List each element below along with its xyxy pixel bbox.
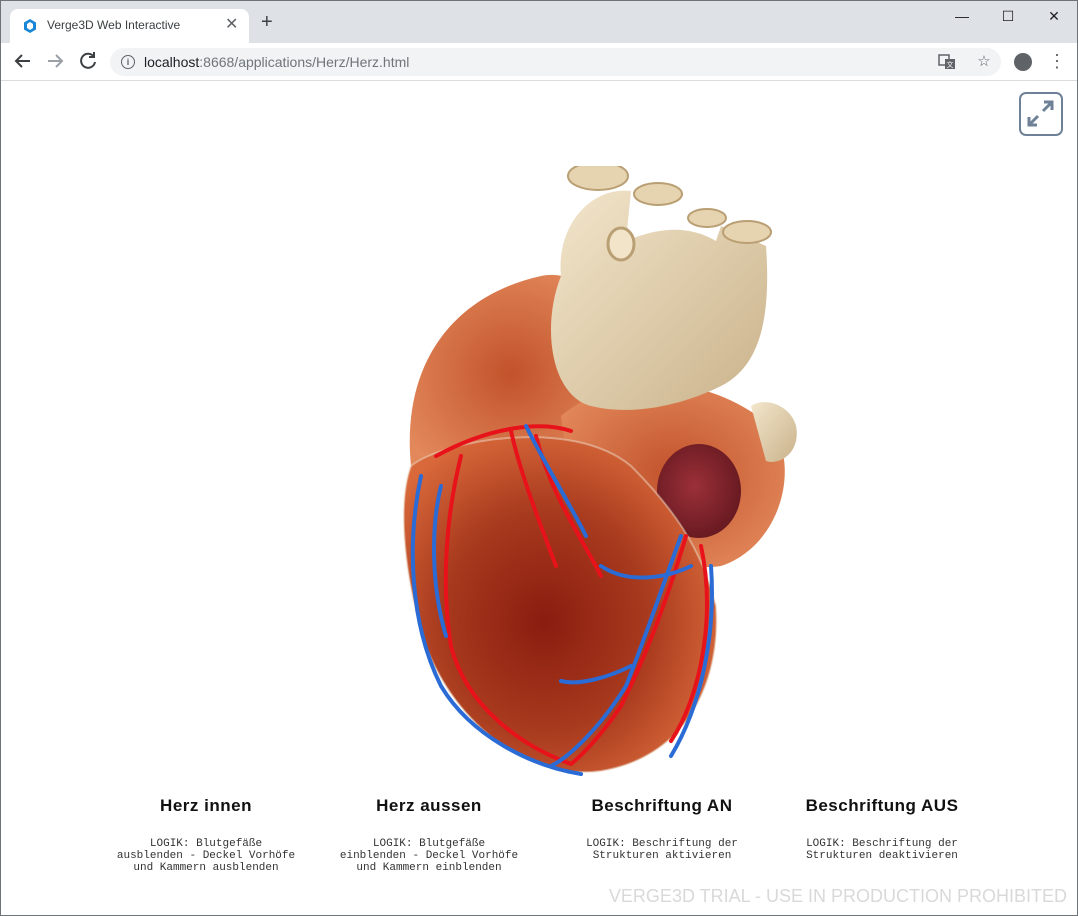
url-path: :8668/applications/Herz/Herz.html xyxy=(199,54,410,70)
reload-icon[interactable] xyxy=(75,48,101,74)
control-herz-aussen[interactable]: Herz aussen LOGIK: Blutgefäße einblenden… xyxy=(309,796,549,874)
url-host: localhost xyxy=(144,54,200,70)
maximize-button[interactable]: ☐ xyxy=(985,1,1031,31)
herz-innen-button[interactable]: Herz innen xyxy=(86,796,326,816)
svg-text:文: 文 xyxy=(947,60,954,69)
webgl-viewport[interactable]: Herz innen LOGIK: Blutgefäße ausblenden … xyxy=(1,81,1077,915)
beschriftung-aus-button[interactable]: Beschriftung AUS xyxy=(762,796,1002,816)
minimize-button[interactable]: — xyxy=(939,1,985,31)
browser-window: Verge3D Web Interactive ✕ + — ☐ ✕ i loca… xyxy=(0,0,1078,916)
herz-aussen-button[interactable]: Herz aussen xyxy=(309,796,549,816)
control-beschriftung-aus[interactable]: Beschriftung AUS LOGIK: Beschriftung der… xyxy=(762,796,1002,862)
herz-aussen-description: LOGIK: Blutgefäße einblenden - Deckel Vo… xyxy=(339,838,519,874)
bookmark-star-icon[interactable]: ☆ xyxy=(975,53,993,71)
trial-watermark: VERGE3D TRIAL - USE IN PRODUCTION PROHIB… xyxy=(608,886,1067,906)
control-beschriftung-an[interactable]: Beschriftung AN LOGIK: Beschriftung der … xyxy=(542,796,782,862)
title-bar: Verge3D Web Interactive ✕ + — ☐ ✕ xyxy=(1,1,1077,43)
menu-icon[interactable]: ⋮ xyxy=(1048,51,1066,71)
beschriftung-aus-description: LOGIK: Beschriftung der Strukturen deakt… xyxy=(806,838,958,862)
back-icon[interactable] xyxy=(10,48,36,74)
control-herz-innen[interactable]: Herz innen LOGIK: Blutgefäße ausblenden … xyxy=(86,796,326,874)
browser-toolbar: i localhost:8668/applications/Herz/Herz.… xyxy=(1,43,1077,81)
herz-innen-description: LOGIK: Blutgefäße ausblenden - Deckel Vo… xyxy=(116,838,296,874)
heart-3d-model[interactable] xyxy=(371,166,811,786)
close-window-button[interactable]: ✕ xyxy=(1031,1,1077,31)
translate-icon[interactable]: 文 xyxy=(938,53,956,71)
info-icon[interactable]: i xyxy=(121,55,135,69)
tab-title: Verge3D Web Interactive xyxy=(47,18,181,32)
address-bar[interactable]: i localhost:8668/applications/Herz/Herz.… xyxy=(110,48,1001,76)
new-tab-icon[interactable]: + xyxy=(261,12,273,32)
verge3d-favicon-icon xyxy=(24,19,36,33)
beschriftung-an-description: LOGIK: Beschriftung der Strukturen aktiv… xyxy=(586,838,738,862)
browser-tab[interactable]: Verge3D Web Interactive ✕ xyxy=(10,9,249,43)
profile-icon[interactable] xyxy=(1014,53,1032,71)
fullscreen-icon xyxy=(1027,100,1054,127)
fullscreen-button[interactable] xyxy=(1019,92,1063,136)
forward-icon[interactable] xyxy=(42,48,68,74)
tab-close-icon[interactable]: ✕ xyxy=(225,16,238,34)
url-text[interactable]: localhost:8668/applications/Herz/Herz.ht… xyxy=(144,54,409,70)
beschriftung-an-button[interactable]: Beschriftung AN xyxy=(542,796,782,816)
